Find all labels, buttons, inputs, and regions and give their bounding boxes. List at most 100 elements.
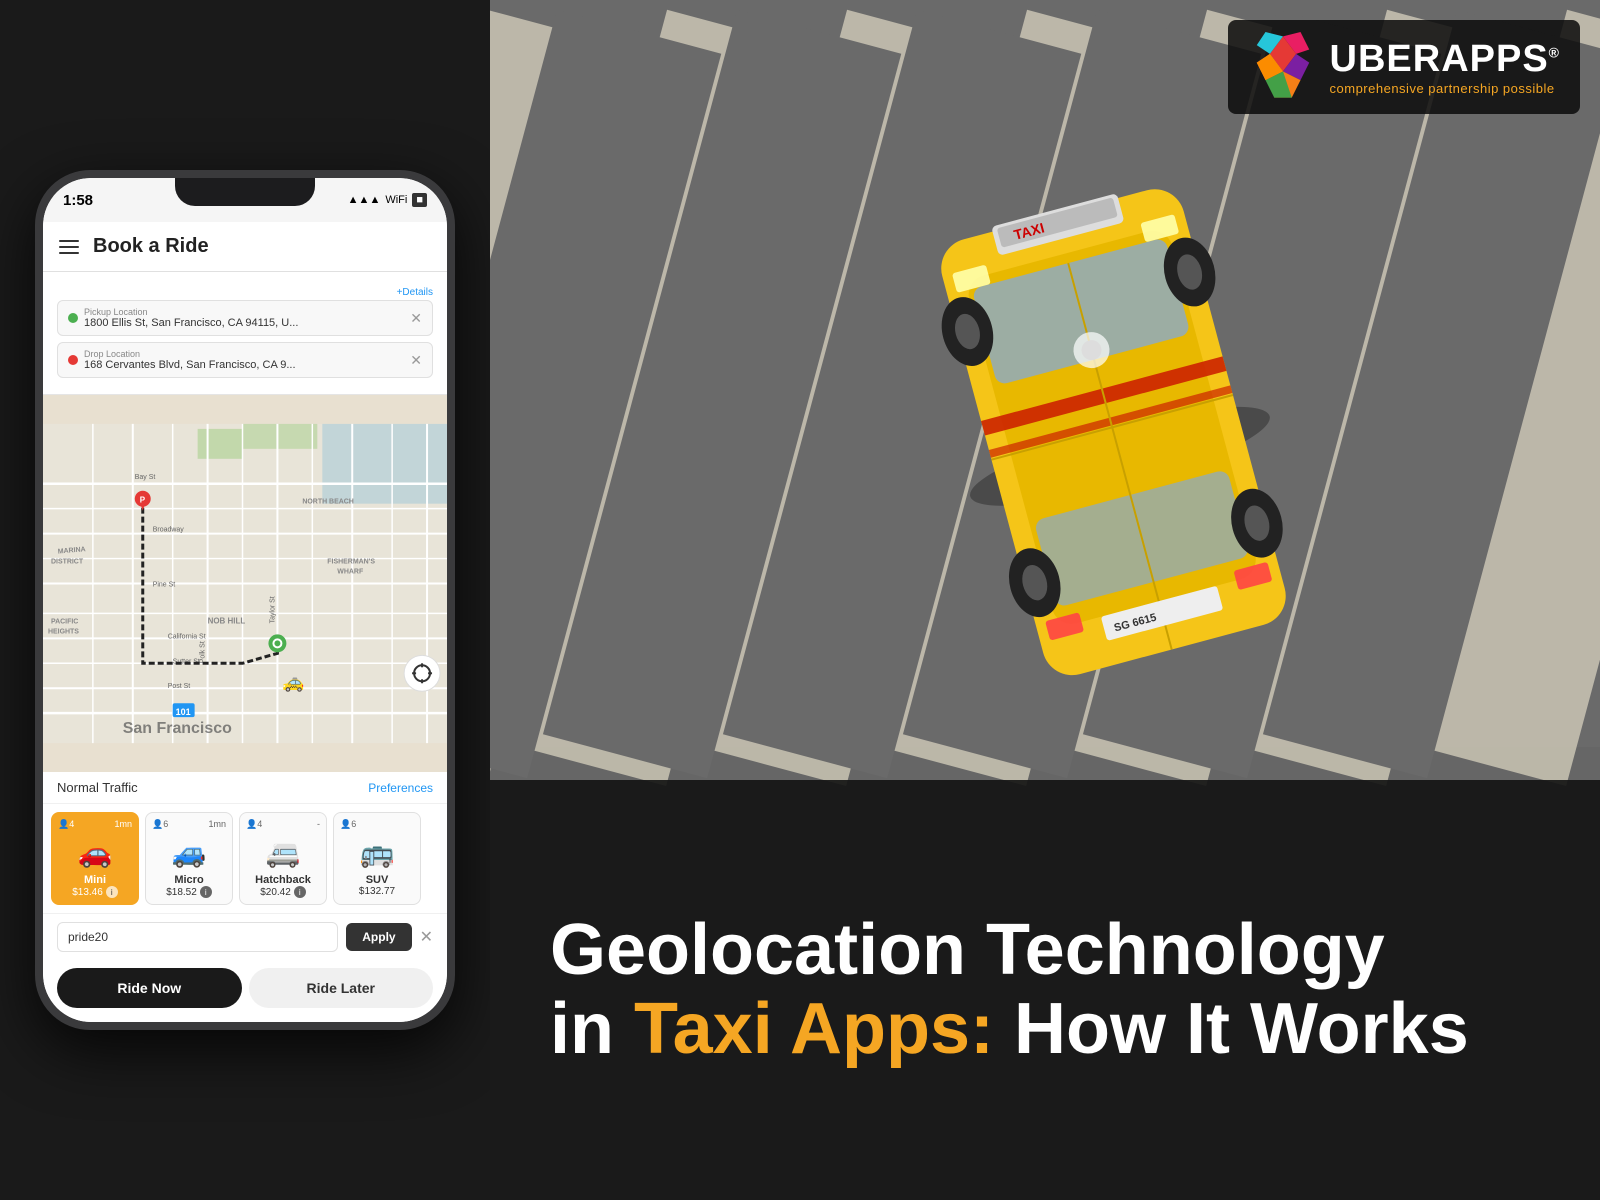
vehicle-price-micro: $18.52 i <box>152 886 226 898</box>
svg-text:Polk St: Polk St <box>200 641 207 663</box>
svg-text:PACIFIC: PACIFIC <box>51 618 78 625</box>
pickup-dot <box>68 313 78 323</box>
vehicle-eta-hatchback: - <box>317 819 320 830</box>
headline-text: Geolocation Technology in Taxi Apps: How… <box>550 911 1469 1069</box>
svg-text:NORTH BEACH: NORTH BEACH <box>302 499 354 506</box>
info-icon-micro[interactable]: i <box>200 886 212 898</box>
ride-now-button[interactable]: Ride Now <box>57 968 242 1008</box>
bottom-text-area: Geolocation Technology in Taxi Apps: How… <box>490 780 1600 1200</box>
vehicle-eta-micro: 1mn <box>208 819 226 830</box>
phone-notch <box>175 178 315 206</box>
promo-input[interactable] <box>57 922 338 952</box>
vehicle-name-hatchback: Hatchback <box>246 874 320 886</box>
vehicle-card-micro[interactable]: 👤6 1mn 🚙 Micro $18.52 i <box>145 812 233 905</box>
headline-highlight: Taxi Apps: <box>634 989 994 1069</box>
menu-line-2 <box>59 246 79 248</box>
preferences-button[interactable]: Preferences <box>368 781 433 795</box>
headline-part2: in <box>550 989 634 1069</box>
vehicle-img-suv: 🚌 <box>340 832 414 872</box>
vehicle-card-suv[interactable]: 👤6 🚌 SUV $132.77 <box>333 812 421 905</box>
logo-tagline-text: comprehensive partnership possible <box>1330 81 1560 96</box>
pickup-address: 1800 Ellis St, San Francisco, CA 94115, … <box>84 317 404 329</box>
svg-text:NOB HILL: NOB HILL <box>208 616 246 625</box>
details-button-area: +Details <box>57 282 433 300</box>
promo-row: Apply ✕ <box>43 913 447 960</box>
svg-text:WHARF: WHARF <box>337 569 363 576</box>
signal-icon: ▲▲▲ <box>348 194 381 206</box>
svg-text:101: 101 <box>176 707 191 717</box>
info-icon-hatchback[interactable]: i <box>294 886 306 898</box>
action-buttons: Ride Now Ride Later <box>43 960 447 1022</box>
svg-text:FISHERMAN'S: FISHERMAN'S <box>327 559 375 566</box>
battery-icon: ■ <box>412 193 427 207</box>
vehicle-price-mini: $13.46 i <box>58 886 132 898</box>
map-svg: MARINA DISTRICT PACIFIC HEIGHTS NOB HILL… <box>43 395 447 772</box>
vehicle-card-mini[interactable]: 👤4 1mn 🚗 Mini $13.46 i <box>51 812 139 905</box>
map-area[interactable]: MARINA DISTRICT PACIFIC HEIGHTS NOB HILL… <box>43 395 447 772</box>
bottom-panel: Normal Traffic Preferences 👤4 1mn 🚗 <box>43 772 447 1022</box>
hamburger-menu-button[interactable] <box>59 240 79 254</box>
pickup-input-box[interactable]: Pickup Location 1800 Ellis St, San Franc… <box>57 300 433 336</box>
headline-part3: How It Works <box>994 989 1469 1069</box>
logo-area: UBERAPPS® comprehensive partnership poss… <box>1228 20 1580 114</box>
vehicle-meta-mini: 👤4 1mn <box>58 819 132 830</box>
vehicle-img-mini: 🚗 <box>58 832 132 872</box>
drop-dot <box>68 355 78 365</box>
vehicle-meta-suv: 👤6 <box>340 819 414 830</box>
vehicle-eta-mini: 1mn <box>114 819 132 830</box>
svg-text:DISTRICT: DISTRICT <box>51 559 84 566</box>
logo-icon-svg <box>1248 32 1318 102</box>
vehicle-options: 👤4 1mn 🚗 Mini $13.46 i <box>43 804 447 913</box>
svg-text:Bay St: Bay St <box>135 474 156 481</box>
vehicle-name-suv: SUV <box>340 874 414 886</box>
traffic-label: Normal Traffic <box>57 780 138 795</box>
location-inputs: +Details Pickup Location 1800 Ellis St, … <box>43 272 447 395</box>
drop-address: 168 Cervantes Blvd, San Francisco, CA 9.… <box>84 359 404 371</box>
status-time: 1:58 <box>63 192 93 209</box>
logo-text-area: UBERAPPS® comprehensive partnership poss… <box>1330 38 1560 96</box>
phone-screen: 1:58 ▲▲▲ WiFi ■ Book a Ride <box>43 178 447 1022</box>
vehicle-name-micro: Micro <box>152 874 226 886</box>
vehicle-name-mini: Mini <box>58 874 132 886</box>
svg-text:San Francisco: San Francisco <box>123 720 232 737</box>
headline-line1: Geolocation Technology <box>550 911 1469 990</box>
info-icon-mini[interactable]: i <box>106 886 118 898</box>
ride-later-button[interactable]: Ride Later <box>249 968 434 1008</box>
svg-text:Post St: Post St <box>168 683 191 690</box>
main-container: 1:58 ▲▲▲ WiFi ■ Book a Ride <box>0 0 1600 1200</box>
headline-part1: Geolocation Technology <box>550 910 1385 990</box>
pickup-clear-button[interactable]: ✕ <box>410 310 422 327</box>
vehicle-card-hatchback[interactable]: 👤4 - 🚐 Hatchback $20.42 i <box>239 812 327 905</box>
drop-label: Drop Location <box>84 349 404 359</box>
details-button[interactable]: +Details <box>397 287 433 298</box>
svg-text:P: P <box>140 496 146 505</box>
clear-promo-button[interactable]: ✕ <box>420 927 433 947</box>
vehicle-meta-micro: 👤6 1mn <box>152 819 226 830</box>
vehicle-img-micro: 🚙 <box>152 832 226 872</box>
vehicle-passengers-micro: 👤6 <box>152 819 168 830</box>
left-section: 1:58 ▲▲▲ WiFi ■ Book a Ride <box>0 0 490 1200</box>
drop-clear-button[interactable]: ✕ <box>410 352 422 369</box>
menu-line-3 <box>59 252 79 254</box>
svg-text:Pine St: Pine St <box>153 581 176 588</box>
pickup-label: Pickup Location <box>84 307 404 317</box>
svg-text:Taylor St: Taylor St <box>269 596 276 623</box>
vehicle-meta-hatchback: 👤4 - <box>246 819 320 830</box>
vehicle-price-suv: $132.77 <box>340 886 414 897</box>
status-icons: ▲▲▲ WiFi ■ <box>348 193 427 207</box>
headline-line2: in Taxi Apps: How It Works <box>550 990 1469 1069</box>
traffic-row: Normal Traffic Preferences <box>43 772 447 804</box>
svg-text:California St: California St <box>168 633 206 640</box>
vehicle-price-hatchback: $20.42 i <box>246 886 320 898</box>
vehicle-passengers-hatchback: 👤4 <box>246 819 262 830</box>
svg-text:HEIGHTS: HEIGHTS <box>48 628 79 635</box>
vehicle-img-hatchback: 🚐 <box>246 832 320 872</box>
app-header: Book a Ride <box>43 222 447 272</box>
right-section: TAXI <box>490 0 1600 1200</box>
drop-input-box[interactable]: Drop Location 168 Cervantes Blvd, San Fr… <box>57 342 433 378</box>
app-title: Book a Ride <box>93 235 209 258</box>
logo-brand-text: UBERAPPS® <box>1330 38 1560 81</box>
apply-button[interactable]: Apply <box>346 923 411 951</box>
svg-text:Broadway: Broadway <box>153 527 185 534</box>
wifi-icon: WiFi <box>385 194 407 206</box>
